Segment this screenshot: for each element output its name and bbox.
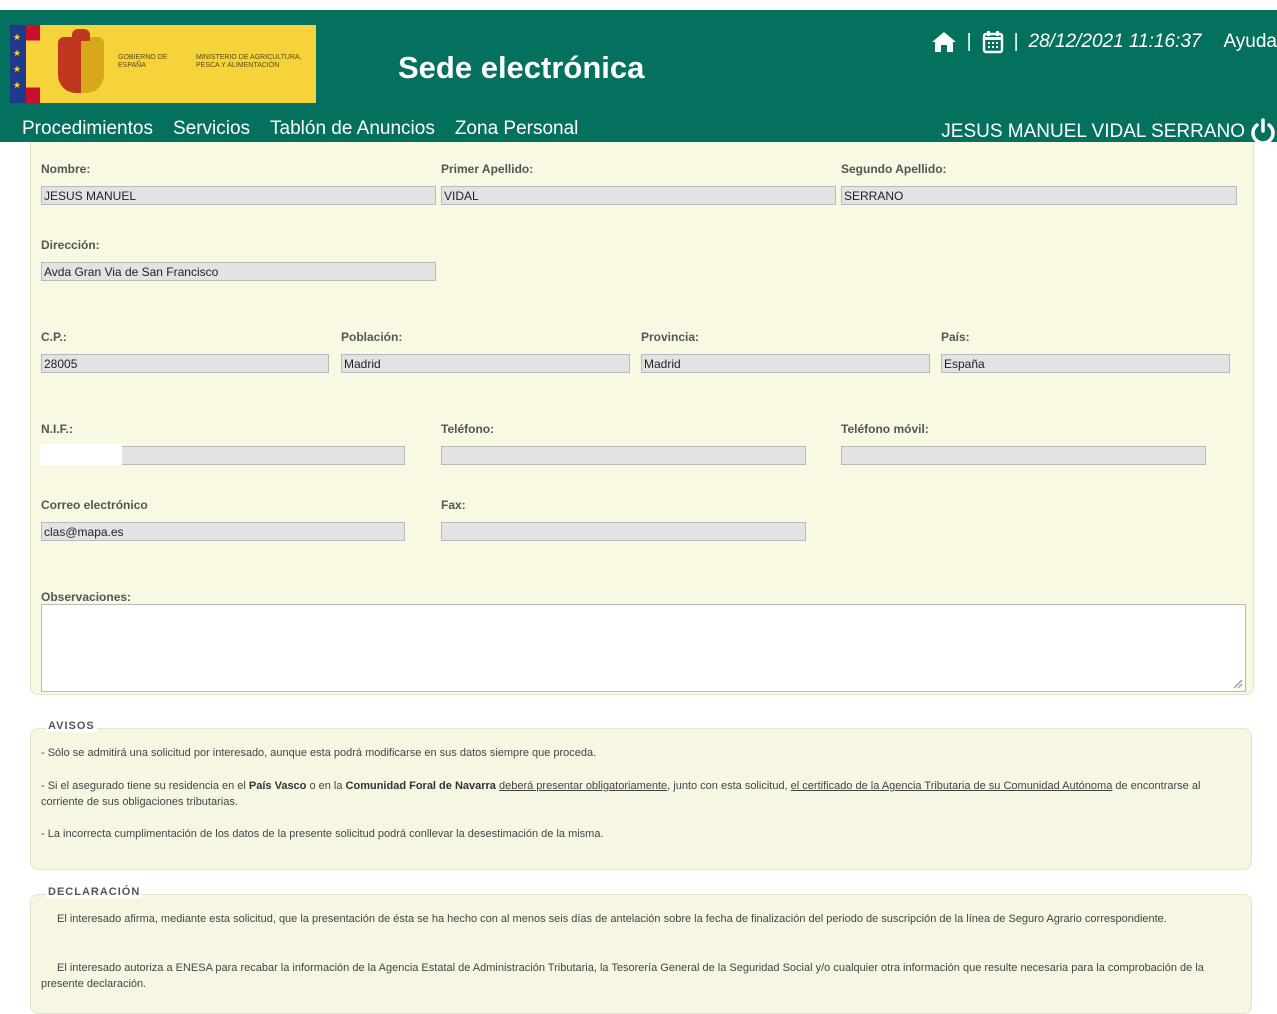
separator: | bbox=[1013, 31, 1019, 52]
aviso-2-certificado: el certificado de la Agencia Tributaria … bbox=[790, 780, 1113, 792]
fax-field[interactable] bbox=[441, 522, 806, 541]
declaracion-2: El interesado autoriza a ENESA para reca… bbox=[41, 962, 1204, 990]
provincia-field[interactable]: Madrid bbox=[641, 354, 930, 373]
eu-flag-icon: ★ ★ ★ ★ bbox=[10, 25, 26, 103]
primer-apellido-field[interactable]: VIDAL bbox=[441, 186, 836, 205]
fax-label: Fax: bbox=[441, 498, 466, 512]
nif-label: N.I.F.: bbox=[41, 422, 73, 436]
direccion-label: Dirección: bbox=[41, 238, 100, 252]
provincia-label: Provincia: bbox=[641, 330, 700, 344]
observaciones-label: Observaciones: bbox=[41, 590, 132, 604]
movil-label: Teléfono móvil: bbox=[841, 422, 929, 436]
declaracion-1: El interesado afirma, mediante esta soli… bbox=[57, 913, 1167, 925]
user-name[interactable]: JESUS MANUEL VIDAL SERRANO bbox=[941, 121, 1245, 143]
cp-label: C.P.: bbox=[41, 330, 67, 344]
nav-tablon-anuncios[interactable]: Tablón de Anuncios bbox=[270, 118, 435, 140]
poblacion-label: Población: bbox=[341, 330, 403, 344]
coat-of-arms-icon bbox=[58, 29, 104, 93]
aviso-2-navarra: Comunidad Foral de Navarra bbox=[345, 780, 496, 792]
separator: | bbox=[966, 31, 972, 52]
pais-label: País: bbox=[941, 330, 970, 344]
pais-field[interactable]: España bbox=[941, 354, 1230, 373]
help-link[interactable]: Ayuda bbox=[1223, 31, 1277, 53]
aviso-2: - Si el asegurado tiene su residencia en… bbox=[41, 778, 1241, 810]
redacted-area bbox=[40, 444, 122, 465]
correo-label: Correo electrónico bbox=[41, 498, 148, 512]
aviso-3: - La incorrecta cumplimentación de los d… bbox=[41, 828, 604, 840]
aviso-2-text: , junto con esta solicitud, bbox=[667, 780, 791, 792]
aviso-2-text: - Si el asegurado tiene su residencia en… bbox=[41, 780, 249, 792]
telefono-field[interactable] bbox=[441, 446, 806, 465]
main-nav: Procedimientos Servicios Tablón de Anunc… bbox=[22, 118, 598, 140]
declaracion-title: DECLARACIÓN bbox=[46, 886, 143, 898]
top-strip bbox=[0, 0, 1277, 10]
logo-gobierno-text: GOBIERNO DE ESPAÑA bbox=[118, 54, 168, 69]
logo-ministerio-text: MINISTERIO DE AGRICULTURA, PESCA Y ALIME… bbox=[196, 54, 302, 69]
government-logo[interactable]: ★ ★ ★ ★ GOBIERNO DE ESPAÑA MINISTERIO DE AG… bbox=[10, 25, 316, 103]
correo-field[interactable]: clas@mapa.es bbox=[41, 522, 405, 541]
nav-zona-personal[interactable]: Zona Personal bbox=[455, 118, 579, 140]
home-icon[interactable] bbox=[931, 30, 957, 54]
calendar-icon[interactable] bbox=[982, 30, 1004, 54]
site-header: ★ ★ ★ ★ GOBIERNO DE ESPAÑA MINISTERIO DE AG… bbox=[0, 10, 1277, 145]
observaciones-textarea[interactable] bbox=[41, 604, 1246, 692]
direccion-field[interactable]: Avda Gran Via de San Francisco bbox=[41, 262, 436, 281]
header-utilities: | | 28/12/2021 11:16:37 Ayuda bbox=[931, 22, 1277, 62]
telefono-label: Teléfono: bbox=[441, 422, 495, 436]
aviso-2-text: o en la bbox=[306, 780, 346, 792]
poblacion-field[interactable]: Madrid bbox=[341, 354, 630, 373]
site-title: Sede electrónica bbox=[398, 50, 645, 85]
resize-grip-icon[interactable] bbox=[1231, 677, 1243, 689]
nombre-field[interactable]: JESUS MANUEL bbox=[41, 186, 436, 205]
nav-servicios[interactable]: Servicios bbox=[173, 118, 250, 140]
movil-field[interactable] bbox=[841, 446, 1206, 465]
aviso-1: - Sólo se admitirá una solicitud por int… bbox=[41, 747, 597, 759]
primer-apellido-label: Primer Apellido: bbox=[441, 162, 534, 176]
nav-procedimientos[interactable]: Procedimientos bbox=[22, 118, 153, 140]
cp-field[interactable]: 28005 bbox=[41, 354, 329, 373]
current-datetime: 28/12/2021 11:16:37 bbox=[1028, 31, 1202, 52]
aviso-2-pais-vasco: País Vasco bbox=[248, 780, 307, 792]
avisos-title: AVISOS bbox=[46, 720, 97, 732]
segundo-apellido-label: Segundo Apellido: bbox=[841, 162, 947, 176]
segundo-apellido-field[interactable]: SERRANO bbox=[841, 186, 1237, 205]
nombre-label: Nombre: bbox=[41, 162, 91, 176]
page-content: Nombre: JESUS MANUEL Primer Apellido: VI… bbox=[0, 142, 1277, 1014]
aviso-2-obligatorio: deberá presentar obligatoriamente bbox=[498, 780, 668, 792]
spain-flag-stripe bbox=[26, 25, 40, 103]
